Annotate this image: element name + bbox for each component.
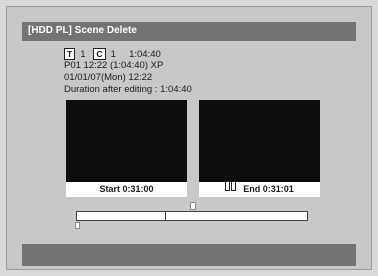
end-time-label: End 0:31:01	[243, 184, 294, 194]
chapter-badge: C	[93, 48, 106, 60]
duration-line: Duration after editing : 1:04:40	[64, 84, 192, 95]
title-badge: T	[64, 48, 76, 60]
start-point-marker	[165, 211, 166, 221]
start-time-label: Start 0:31:00	[99, 184, 154, 194]
date-line: 01/01/07(Mon) 12:22	[64, 72, 153, 83]
bottom-bar	[22, 244, 356, 266]
timeline-bar[interactable]	[76, 211, 308, 221]
chapter-number: 1	[110, 49, 116, 60]
window-title: [HDD PL] Scene Delete	[28, 25, 137, 36]
playback-position-cursor[interactable]	[190, 202, 196, 210]
program-line: P01 12:22 (1:04:40) XP	[64, 60, 164, 71]
title-bar: [HDD PL] Scene Delete	[22, 22, 356, 41]
end-caption[interactable]: End 0:31:01	[199, 181, 320, 197]
title-number: 1	[80, 49, 86, 60]
total-time: 1:04:40	[129, 49, 161, 60]
start-preview-screen	[66, 100, 187, 182]
title-chapter-line: T1 C1 1:04:40	[64, 48, 161, 60]
start-caption: Start 0:31:00	[66, 182, 187, 197]
timeline-start-cursor	[75, 222, 80, 229]
pause-icon	[225, 181, 237, 196]
end-preview-screen	[199, 100, 320, 182]
